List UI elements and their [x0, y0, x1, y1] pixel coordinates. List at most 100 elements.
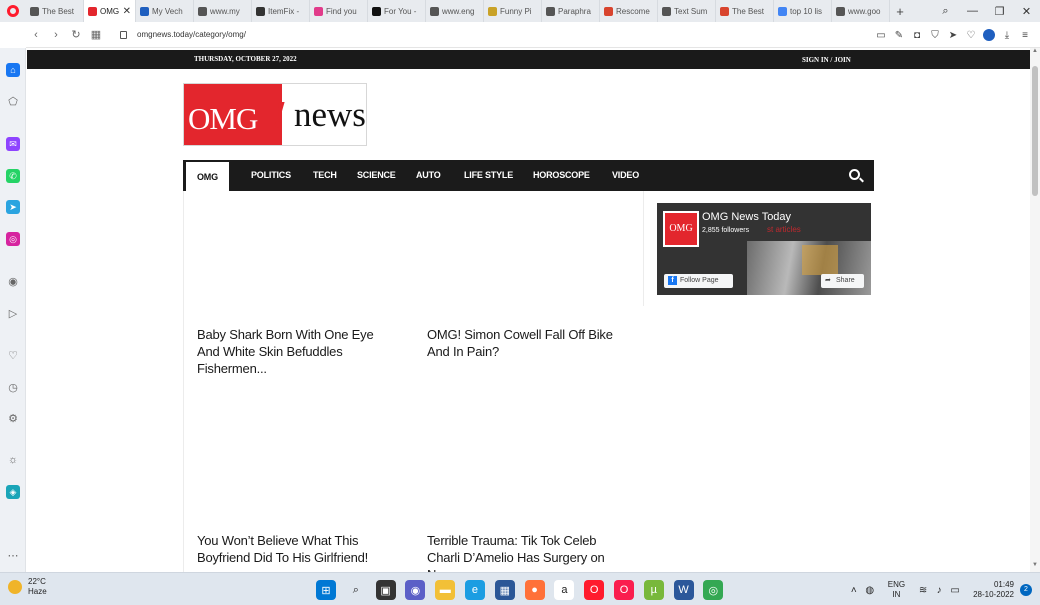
tips-bulb-icon[interactable]: ☼: [6, 453, 20, 467]
new-tab-button[interactable]: +: [890, 4, 910, 19]
battery-icon[interactable]: ▭: [947, 585, 963, 596]
close-window-button[interactable]: ✕: [1013, 5, 1040, 18]
nav-item-omg[interactable]: OMG: [186, 160, 229, 191]
reload-button[interactable]: ↻: [66, 28, 86, 41]
task-view-icon[interactable]: ▣: [375, 580, 396, 600]
settings-gear-icon[interactable]: ⚙: [6, 411, 20, 425]
browser-tab[interactable]: The Best: [26, 0, 84, 22]
article-card[interactable]: OMG! Simon Cowell Fall Off Bike And In P…: [427, 326, 632, 360]
language-indicator[interactable]: ENG IN: [888, 580, 905, 600]
browser-tab[interactable]: Rescome: [600, 0, 658, 22]
edge-icon[interactable]: e: [464, 580, 485, 600]
tab-grid-icon[interactable]: ▦: [86, 28, 106, 41]
browser-tab[interactable]: ItemFix -: [252, 0, 310, 22]
crypto-wallet-icon[interactable]: ◈: [6, 485, 20, 499]
browser-tab[interactable]: The Best: [716, 0, 774, 22]
home-icon[interactable]: ⌂: [6, 63, 20, 77]
more-options-icon[interactable]: ⋯: [6, 548, 20, 562]
article-title-link[interactable]: You Won’t Believe What This Boyfriend Di…: [197, 533, 368, 565]
scroll-up-arrow-icon[interactable]: ▲: [1030, 48, 1040, 58]
scrollbar-thumb[interactable]: [1032, 66, 1038, 196]
restore-button[interactable]: ❐: [986, 5, 1013, 18]
close-tab-icon[interactable]: ✕: [123, 6, 131, 17]
forward-button[interactable]: ›: [46, 29, 66, 41]
article-card[interactable]: Baby Shark Born With One Eye And White S…: [197, 326, 397, 377]
taskbar-clock[interactable]: 01:49 28-10-2022: [973, 580, 1014, 600]
article-title-link[interactable]: OMG! Simon Cowell Fall Off Bike And In P…: [427, 327, 613, 359]
start-icon[interactable]: ⊞: [316, 580, 336, 600]
browser-tab[interactable]: www.eng: [426, 0, 484, 22]
article-card[interactable]: Terrible Trauma: Tik Tok Celeb Charli D’…: [427, 532, 627, 572]
browser-tab[interactable]: www.goo: [832, 0, 890, 22]
minimize-button[interactable]: —: [959, 5, 986, 17]
scroll-down-arrow-icon[interactable]: ▼: [1030, 562, 1040, 572]
nav-item-auto[interactable]: AUTO: [416, 160, 441, 191]
article-title-link[interactable]: Baby Shark Born With One Eye And White S…: [197, 327, 374, 376]
opera-icon[interactable]: O: [584, 580, 605, 600]
weather-widget[interactable]: 22°C Haze: [8, 577, 47, 597]
reader-icon[interactable]: ▭: [872, 30, 890, 41]
store-icon[interactable]: ▦: [494, 580, 515, 600]
nav-item-tech[interactable]: TECH: [313, 160, 337, 191]
chrome-icon[interactable]: ◎: [703, 580, 724, 600]
browser-tab[interactable]: top 10 lis: [774, 0, 832, 22]
network-globe-icon[interactable]: ◍: [862, 585, 878, 596]
player-icon[interactable]: ◉: [6, 274, 20, 288]
download-icon[interactable]: ⤓: [998, 30, 1016, 41]
article-title-link[interactable]: Terrible Trauma: Tik Tok Celeb Charli D’…: [427, 533, 605, 572]
browser-tab[interactable]: Paraphra: [542, 0, 600, 22]
chevron-up-icon[interactable]: ˄: [846, 585, 862, 596]
search-icon[interactable]: [849, 169, 860, 180]
heart-icon[interactable]: ♡: [962, 30, 980, 41]
fb-share-button[interactable]: Share: [821, 274, 864, 288]
whatsapp-icon[interactable]: ✆: [6, 169, 20, 183]
messenger-icon[interactable]: ✉: [6, 137, 20, 151]
word-icon[interactable]: W: [673, 580, 694, 600]
browser-tab[interactable]: www.my: [194, 0, 252, 22]
url-field[interactable]: omgnews.today/category/omg/: [120, 30, 246, 39]
utorrent-icon[interactable]: µ: [643, 580, 664, 600]
tab-search-icon[interactable]: ⌕: [932, 5, 959, 18]
article-card[interactable]: You Won’t Believe What This Boyfriend Di…: [197, 532, 402, 566]
fb-page-title[interactable]: OMG News Today: [702, 211, 791, 223]
camera-icon[interactable]: ◘: [908, 30, 926, 41]
browser-tab[interactable]: Funny Pi: [484, 0, 542, 22]
vpn-shield-icon[interactable]: ⛉: [926, 30, 944, 41]
opera-menu-icon[interactable]: [0, 0, 26, 22]
back-button[interactable]: ‹: [26, 29, 46, 41]
easy-setup-icon[interactable]: ≡: [1016, 30, 1034, 41]
site-logo[interactable]: OMG ! news: [183, 83, 367, 146]
fb-page-logo[interactable]: OMG: [663, 211, 699, 247]
browser-tab[interactable]: OMG ✕: [84, 0, 136, 22]
nav-item-life-style[interactable]: LIFE STYLE: [464, 160, 513, 191]
volume-icon[interactable]: ♪: [931, 585, 947, 596]
facebook-page-widget[interactable]: OMG OMG News Today 2,855 followers st ar…: [657, 203, 871, 295]
chat-icon[interactable]: ◉: [405, 580, 426, 600]
telegram-icon[interactable]: ➤: [6, 200, 20, 214]
nav-item-video[interactable]: VIDEO: [612, 160, 639, 191]
send-icon[interactable]: ➤: [944, 30, 962, 41]
flow-icon[interactable]: ▷: [6, 306, 20, 320]
instagram-icon[interactable]: ◎: [6, 232, 20, 246]
nav-item-politics[interactable]: POLITICS: [251, 160, 291, 191]
search-icon[interactable]: ⌕: [345, 580, 366, 600]
page-scrollbar[interactable]: ▲ ▼: [1030, 48, 1040, 572]
wifi-icon[interactable]: ≋: [915, 585, 931, 596]
bookmarks-heart-icon[interactable]: ♡: [6, 348, 20, 362]
nav-item-science[interactable]: SCIENCE: [357, 160, 396, 191]
amazon-icon[interactable]: a: [554, 580, 575, 600]
nav-item-horoscope[interactable]: HOROSCOPE: [533, 160, 590, 191]
opera-gx-icon[interactable]: O: [613, 580, 634, 600]
firefox-icon[interactable]: ●: [524, 580, 545, 600]
notification-badge[interactable]: 2: [1020, 584, 1032, 596]
edit-icon[interactable]: ✎: [890, 30, 908, 41]
browser-tab[interactable]: Find you: [310, 0, 368, 22]
speed-dial-icon[interactable]: ⬠: [6, 94, 20, 108]
history-icon[interactable]: ◷: [6, 380, 20, 394]
fb-follow-page-button[interactable]: Follow Page: [664, 274, 733, 288]
sign-in-join-link[interactable]: SIGN IN / JOIN: [802, 56, 851, 64]
browser-tab[interactable]: For You -: [368, 0, 426, 22]
file-explorer-icon[interactable]: ▬: [435, 580, 456, 600]
profile-avatar[interactable]: [983, 29, 995, 41]
browser-tab[interactable]: My Vech: [136, 0, 194, 22]
